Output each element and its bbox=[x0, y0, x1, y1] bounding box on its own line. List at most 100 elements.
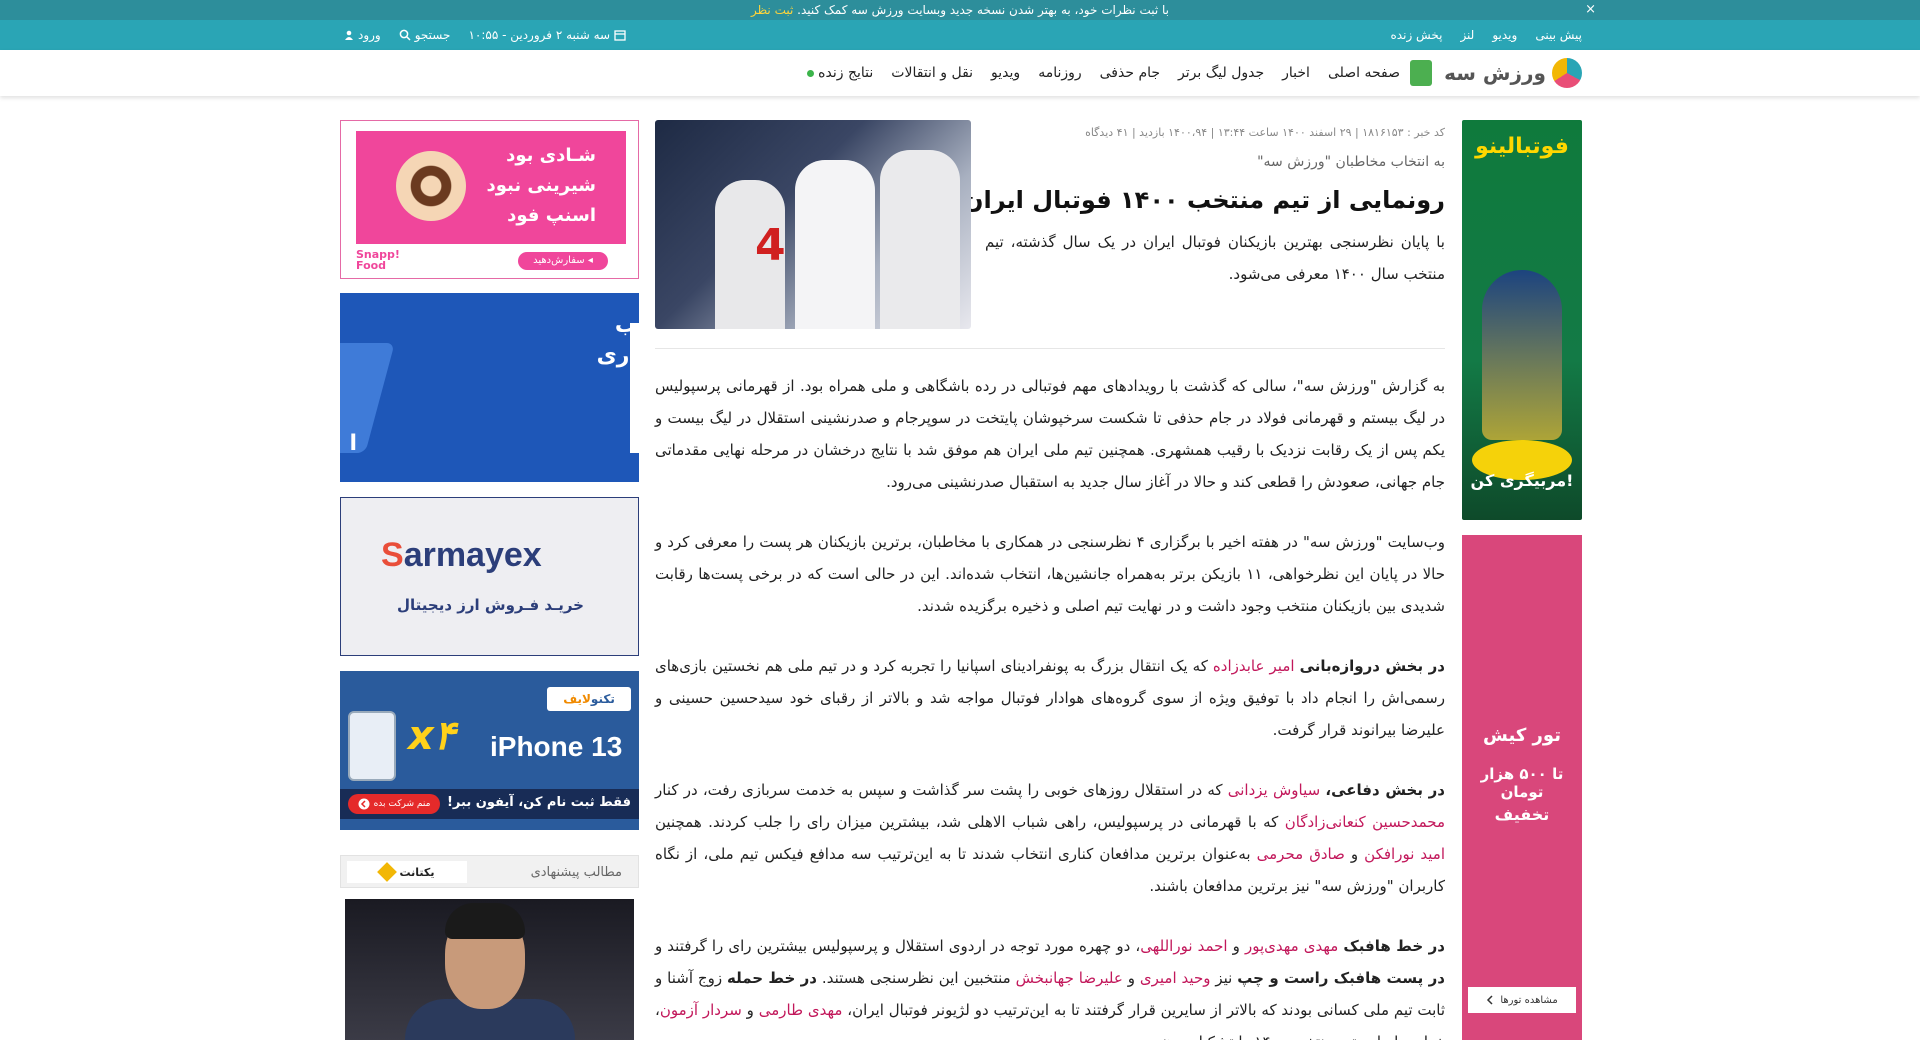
paragraph-text: و bbox=[741, 1001, 759, 1019]
nav-item-live-results[interactable]: نتایج زنده bbox=[807, 65, 873, 81]
section-label: در بخش دروازه‌بانی bbox=[1299, 657, 1445, 675]
notice-text: با ثبت نظرات خود، به بهتر شدن نسخه جدید … bbox=[797, 3, 1170, 17]
search-link[interactable]: جستجو bbox=[399, 28, 451, 42]
ad-snappfood[interactable]: شـادی بود شیرینی نبود اسنپ فود Snapp! Foo… bbox=[340, 120, 639, 279]
sarmayex-subtitle: خریـد فـروش ارز دیجیتال bbox=[397, 596, 584, 614]
ad-technolife-tagline: فقط ثبت نام کن، آیفون ببر! bbox=[447, 795, 631, 810]
sub-link-lens[interactable]: لنز bbox=[1460, 28, 1474, 42]
technolife-brand-b: لایف bbox=[563, 692, 591, 706]
article-hero-image: 4 bbox=[655, 120, 971, 329]
pencil-icon bbox=[376, 862, 397, 882]
sub-link-video[interactable]: ویدیو bbox=[1492, 28, 1517, 42]
nav-item-transfers[interactable]: نقل و انتقالات bbox=[891, 65, 973, 81]
technolife-brand-a: تکنو bbox=[590, 692, 615, 706]
user-icon bbox=[345, 30, 353, 40]
sub-link-live[interactable]: پخش زنده bbox=[1391, 28, 1443, 42]
ad-snappfood-line3: اسنپ فود bbox=[507, 205, 596, 226]
ad-kish-line1: تور کیش bbox=[1483, 725, 1561, 746]
nav-item-home[interactable]: صفحه اصلی bbox=[1328, 65, 1400, 81]
nav-item-news[interactable]: اخبار bbox=[1282, 65, 1310, 81]
nowruz-icon bbox=[1410, 60, 1433, 86]
iphone-image bbox=[348, 711, 396, 781]
cake-roll-image bbox=[396, 151, 466, 221]
ad-snappfood-line2: شیرینی نبود bbox=[486, 175, 596, 196]
sarmayex-logo-rest: armayex bbox=[403, 536, 542, 574]
player-link[interactable]: امید نورافکن bbox=[1364, 845, 1445, 863]
ad-blue-line1: ب bbox=[614, 313, 637, 338]
article-lead: با پایان نظرسنجی بهترین بازیکنان فوتبال … bbox=[985, 233, 1445, 283]
ad-blue-banner[interactable]: ب اری ا bbox=[340, 293, 639, 482]
nav-item-video[interactable]: ویدیو bbox=[991, 65, 1020, 81]
logo-text: ورزش سه bbox=[1444, 61, 1546, 85]
search-label: جستجو bbox=[414, 28, 451, 42]
ad-footballino[interactable]: فوتبالینو مربیگری کن! bbox=[1462, 120, 1582, 520]
site-logo[interactable]: ورزش سه bbox=[1410, 58, 1582, 88]
sub-link-predict[interactable]: پیش بینی bbox=[1535, 28, 1582, 42]
suggested-label: مطالب پیشنهادی bbox=[530, 865, 622, 880]
paragraph-text: و bbox=[1227, 937, 1245, 955]
paragraph-text: نیز bbox=[1210, 969, 1238, 987]
ad-blue-line3: ا bbox=[349, 431, 357, 456]
notice-bar: با ثبت نظرات خود، به بهتر شدن نسخه جدید … bbox=[0, 0, 1920, 20]
sarmayex-logo: Sarmayex bbox=[381, 536, 542, 575]
nav-item-league-table[interactable]: جدول لیگ برتر bbox=[1178, 65, 1264, 81]
player-link[interactable]: احمد نوراللهی bbox=[1140, 937, 1227, 955]
player-link[interactable]: صادق محرمی bbox=[1257, 845, 1345, 863]
player-link[interactable]: محمدحسین کنعانی‌زادگان bbox=[1285, 813, 1445, 831]
suggested-image[interactable] bbox=[345, 899, 634, 1040]
logo-mark-icon bbox=[1552, 58, 1582, 88]
nav-item-newspaper[interactable]: روزنامه bbox=[1038, 65, 1081, 81]
notice-link[interactable]: ثبت نظر bbox=[751, 3, 793, 17]
date-text: سه شنبه ۲ فروردین - ۱۰:۵۵ bbox=[468, 28, 611, 42]
section-label: در بخش دفاعی، bbox=[1325, 781, 1445, 799]
ad-snappfood-banner: شـادی بود شیرینی نبود اسنپ فود bbox=[356, 131, 626, 244]
login-link[interactable]: ورود bbox=[344, 28, 381, 42]
player-link[interactable]: مهدی مهدی‌پور bbox=[1245, 937, 1338, 955]
ad-blue-line2: اری bbox=[596, 343, 637, 368]
yektanet-logo[interactable]: یکتانت bbox=[347, 861, 467, 883]
sarmayex-logo-s: S bbox=[381, 536, 404, 574]
player-link[interactable]: امیر عابدزاده bbox=[1213, 657, 1295, 675]
player-link[interactable]: سیاوش یزدانی bbox=[1228, 781, 1320, 799]
view-tours-button[interactable]: مشاهده تورها bbox=[1468, 987, 1576, 1013]
player-link[interactable]: علیرضا جهانبخش bbox=[1016, 969, 1123, 987]
nav-item-live-label: نتایج زنده bbox=[818, 65, 874, 81]
ad-kish-tour[interactable]: تور کیش تا ۵۰۰ هزار تومان تخفیف مشاهده ت… bbox=[1462, 535, 1582, 1040]
paragraph-text: که با قهرمانی در پرسپولیس، راهی شباب الا… bbox=[655, 813, 1285, 831]
hero-player bbox=[795, 160, 875, 329]
nav-item-cup[interactable]: جام حذفی bbox=[1100, 65, 1160, 81]
article-meta: کد خبر : ۱۸۱۶۱۵۳ | ۲۹ اسفند ۱۴۰۰ ساعت ۱۳… bbox=[1085, 126, 1445, 139]
close-icon[interactable]: × bbox=[1585, 0, 1596, 20]
ad-technolife[interactable]: x۴ iPhone 13 تکنو لایف منم شرکت بده فقط ث… bbox=[340, 671, 639, 830]
hero-player bbox=[880, 150, 960, 329]
ad-sarmayex[interactable]: Sarmayex خریـد فـروش ارز دیجیتال bbox=[340, 497, 639, 656]
date-display: سه شنبه ۲ فروردین - ۱۰:۵۵ bbox=[468, 28, 626, 42]
section-label: در پست هافبک راست و چپ bbox=[1237, 969, 1445, 987]
hero-shirt-number: 4 bbox=[755, 220, 786, 271]
chevron-left-icon bbox=[358, 798, 370, 810]
decorative-shape bbox=[340, 343, 395, 453]
paragraph-text: و bbox=[1344, 845, 1365, 863]
ad-snappfood-line1: شـادی بود bbox=[506, 145, 596, 166]
ad-footballino-footer: مربیگری کن! bbox=[1470, 471, 1574, 490]
view-tours-label: مشاهده تورها bbox=[1500, 994, 1558, 1006]
player-link[interactable]: وحید امیری bbox=[1140, 969, 1211, 987]
suggested-header: مطالب پیشنهادی یکتانت bbox=[340, 855, 639, 888]
snappfood-brand-line2: Food bbox=[356, 259, 387, 272]
join-label: منم شرکت بده bbox=[373, 799, 431, 809]
paragraph-text: ، دو چهره مورد توجه در اردوی استقلال و پ… bbox=[655, 937, 1141, 955]
nav-menu: صفحه اصلی اخبار جدول لیگ برتر جام حذفی ر… bbox=[807, 50, 1400, 96]
paragraph-text: و bbox=[1122, 969, 1140, 987]
order-button[interactable]: سفارش‌دهید ◂ bbox=[518, 252, 608, 270]
player-link[interactable]: مهدی طارمی bbox=[759, 1001, 843, 1019]
person-hair bbox=[445, 903, 525, 939]
article-paragraph-4: در بخش دفاعی، سیاوش یزدانی که در استقلال… bbox=[655, 774, 1445, 902]
article-paragraph-2: وب‌سایت "ورزش سه" در هفته اخیر با برگزار… bbox=[655, 533, 1445, 615]
join-button[interactable]: منم شرکت بده bbox=[348, 794, 440, 814]
ad-technolife-bar: منم شرکت بده فقط ثبت نام کن، آیفون ببر! bbox=[340, 789, 639, 819]
section-label: در خط حمله bbox=[726, 969, 818, 987]
ad-technolife-x4: x۴ bbox=[408, 713, 456, 759]
section-label: در خط هافبک bbox=[1343, 937, 1446, 955]
player-image bbox=[1482, 270, 1562, 440]
player-link[interactable]: سردار آزمون bbox=[660, 1001, 742, 1019]
